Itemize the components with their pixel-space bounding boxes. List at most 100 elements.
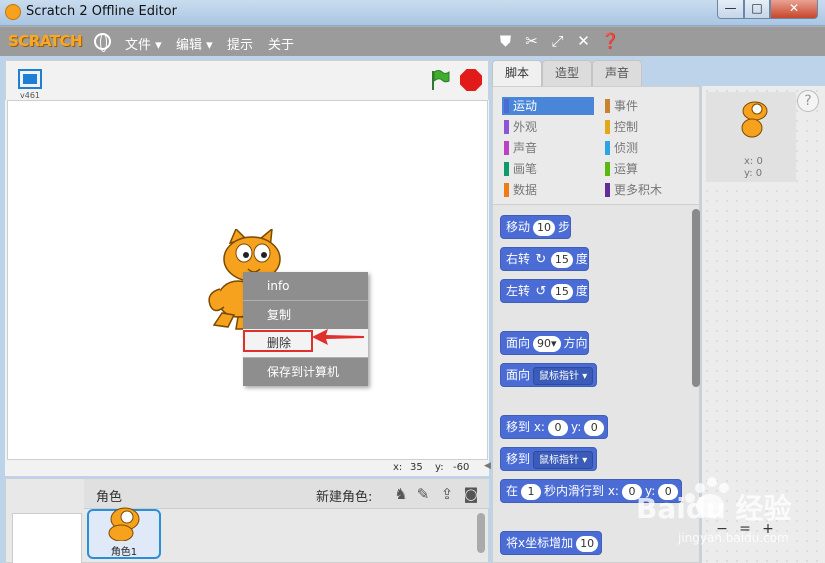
- block-turn-right-input[interactable]: 15: [550, 251, 573, 268]
- paint-sprite-icon[interactable]: ✎: [414, 485, 432, 503]
- x-coord-value: 35: [410, 462, 423, 473]
- delete-highlight-box: [243, 330, 313, 352]
- category-sound[interactable]: 声音: [502, 139, 594, 157]
- block-turn-left-input[interactable]: 15: [550, 283, 573, 300]
- choose-sprite-library-icon[interactable]: ♞: [392, 485, 410, 503]
- menu-file[interactable]: 文件 ▾: [125, 34, 162, 53]
- palette-scrollbar[interactable]: [692, 209, 700, 387]
- block-point-direction-input[interactable]: 90▾: [533, 335, 561, 352]
- scratch-logo[interactable]: SCRATCH: [8, 32, 83, 50]
- rotate-right-icon: ↻: [535, 252, 547, 267]
- block-goto-xy[interactable]: 移到 x: 0 y: 0: [500, 415, 609, 439]
- sprite-name: 角色1: [110, 547, 138, 558]
- block-turn-left[interactable]: 左转 ↺ 15 度: [500, 279, 589, 303]
- category-control[interactable]: 控制: [603, 118, 695, 136]
- close-button[interactable]: ✕: [770, 0, 818, 19]
- collapse-stage-arrow-icon[interactable]: ◀: [484, 461, 492, 473]
- green-flag-icon[interactable]: [430, 69, 450, 91]
- category-sensing[interactable]: 侦测: [603, 139, 695, 157]
- category-data[interactable]: 数据: [502, 181, 594, 199]
- menu-about[interactable]: 关于: [268, 34, 294, 53]
- block-move-unit: 步: [558, 220, 571, 234]
- block-goto-x-input[interactable]: 0: [547, 419, 568, 436]
- block-goto[interactable]: 移到 鼠标指针 ▾: [500, 447, 598, 471]
- sprite-x-readout: x: 0: [744, 156, 763, 167]
- block-move[interactable]: 移动 10 步: [500, 215, 572, 239]
- block-point-direction-unit: 方向: [563, 336, 588, 350]
- ctx-item-duplicate[interactable]: 复制: [243, 301, 368, 329]
- stop-icon[interactable]: [460, 69, 482, 91]
- scratch-app-icon: [5, 4, 21, 20]
- stage-thumbnail[interactable]: [12, 513, 82, 563]
- block-glide-secs-input[interactable]: 1: [521, 483, 542, 500]
- stage-header: v461: [5, 60, 489, 100]
- rotate-left-icon: ↺: [535, 284, 547, 299]
- block-goto-xy-label: 移到 x:: [506, 420, 545, 434]
- block-point-towards-dropdown[interactable]: 鼠标指针 ▾: [533, 366, 594, 385]
- menu-edit[interactable]: 编辑 ▾: [176, 34, 213, 53]
- camera-icon[interactable]: ◙: [462, 485, 480, 503]
- zoom-in-icon[interactable]: +: [759, 520, 777, 538]
- block-goto-xy-mid: y:: [570, 420, 582, 434]
- sprite-tile[interactable]: 角色1: [87, 507, 161, 559]
- tab-costumes[interactable]: 造型: [542, 60, 592, 86]
- y-coord-label: y:: [435, 462, 444, 473]
- upload-sprite-icon[interactable]: ⇪: [438, 485, 456, 503]
- category-list: 运动 事件 外观 控制 声音 侦测 画笔 运算 数据 更多积木: [493, 87, 699, 205]
- sprite-scrollbar[interactable]: [477, 513, 485, 553]
- red-arrow-icon: [312, 329, 364, 345]
- version-label: v461: [20, 91, 41, 100]
- block-point-towards-label: 面向: [506, 368, 531, 382]
- help-icon[interactable]: ?: [797, 90, 819, 112]
- block-change-x-input[interactable]: 10: [576, 535, 599, 552]
- block-point-direction[interactable]: 面向 90▾ 方向: [500, 331, 589, 355]
- block-goto-dropdown[interactable]: 鼠标指针 ▾: [533, 450, 594, 469]
- category-operators[interactable]: 运算: [603, 160, 695, 178]
- zoom-reset-icon[interactable]: =: [736, 520, 754, 538]
- block-point-towards[interactable]: 面向 鼠标指针 ▾: [500, 363, 598, 387]
- ctx-item-save-to-computer[interactable]: 保存到计算机: [243, 358, 368, 386]
- block-turn-right[interactable]: 右转 ↻ 15 度: [500, 247, 589, 271]
- tab-scripts[interactable]: 脚本: [492, 60, 542, 86]
- category-looks[interactable]: 外观: [502, 118, 594, 136]
- stage-panel: v461 x: 35 y: -60: [5, 60, 489, 476]
- baidu-watermark: Baidu 经验 jingyan.baidu.com: [636, 477, 792, 545]
- tab-sounds[interactable]: 声音: [592, 60, 642, 86]
- new-sprite-label: 新建角色:: [316, 490, 373, 505]
- sprite-thumb-cat: [108, 507, 140, 541]
- shrink-icon[interactable]: ✕: [575, 33, 592, 50]
- category-pen[interactable]: 画笔: [502, 160, 594, 178]
- block-turn-right-label: 右转: [506, 252, 531, 266]
- category-events[interactable]: 事件: [603, 97, 695, 115]
- maximize-button[interactable]: □: [744, 0, 770, 19]
- help-tool-icon[interactable]: ❓: [601, 33, 620, 50]
- block-move-steps-input[interactable]: 10: [533, 219, 556, 236]
- block-turn-right-unit: 度: [575, 252, 588, 266]
- block-glide-label: 在: [506, 484, 519, 498]
- block-point-direction-label: 面向: [506, 336, 531, 350]
- block-goto-y-input[interactable]: 0: [584, 419, 605, 436]
- block-turn-left-label: 左转: [506, 284, 531, 298]
- ctx-item-info[interactable]: info: [243, 272, 368, 300]
- fullscreen-icon[interactable]: [18, 69, 42, 89]
- block-change-x[interactable]: 将x坐标增加 10: [500, 531, 603, 555]
- y-coord-value: -60: [453, 462, 470, 473]
- category-motion[interactable]: 运动: [502, 97, 594, 115]
- category-more-blocks[interactable]: 更多积木: [603, 181, 695, 199]
- menubar: SCRATCH 文件 ▾ 编辑 ▾ 提示 关于 ⛊ ✂ ⤢ ✕ ❓: [0, 26, 825, 56]
- block-turn-left-unit: 度: [575, 284, 588, 298]
- window-titlebar: Scratch 2 Offline Editor: [0, 0, 825, 26]
- zoom-out-icon[interactable]: −: [713, 520, 731, 538]
- delete-scissors-icon[interactable]: ✂: [523, 33, 540, 50]
- sprite-y-readout: y: 0: [744, 168, 763, 179]
- duplicate-stamp-icon[interactable]: ⛊: [497, 33, 514, 50]
- minimize-button[interactable]: —: [717, 0, 744, 19]
- current-sprite-info: x: 0 y: 0: [706, 92, 796, 182]
- menu-tips[interactable]: 提示: [227, 34, 253, 53]
- grow-icon[interactable]: ⤢: [549, 33, 566, 50]
- sprite-panel: 角色 新建角色: ♞ ✎ ⇪ ◙ 角色1: [5, 478, 489, 563]
- block-goto-label: 移到: [506, 452, 531, 466]
- x-coord-label: x:: [393, 462, 403, 473]
- current-sprite-thumb: [741, 101, 768, 138]
- language-globe-icon[interactable]: [94, 33, 111, 52]
